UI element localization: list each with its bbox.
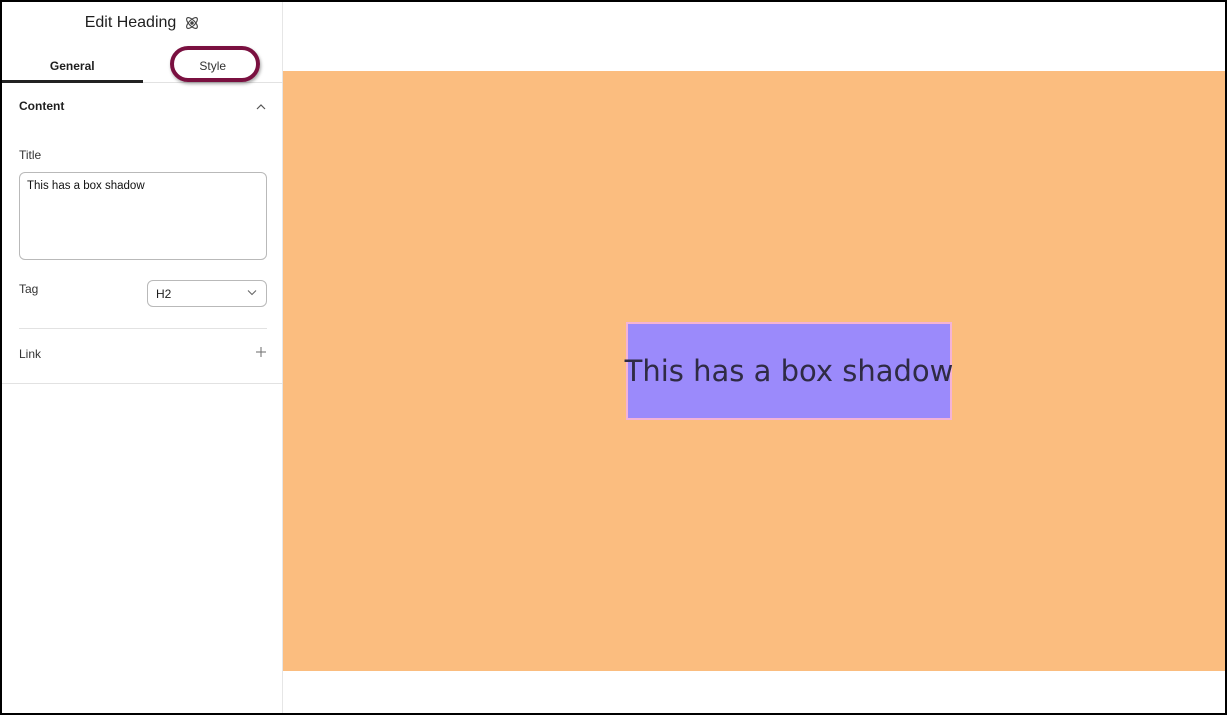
content-section: Content Title This has a box shadow Tag …: [2, 84, 283, 384]
chevron-down-icon: [246, 286, 258, 301]
editor-sidebar: Edit Heading General Style Content Title…: [2, 2, 283, 713]
tag-select[interactable]: H2: [147, 280, 267, 307]
title-textarea[interactable]: This has a box shadow: [19, 172, 267, 260]
panel-title: Edit Heading: [84, 14, 177, 31]
tab-general[interactable]: General: [2, 50, 143, 83]
preview-canvas: This has a box shadow: [283, 71, 1225, 671]
title-field-label: Title: [19, 148, 42, 162]
app-window: Edit Heading General Style Content Title…: [2, 2, 1225, 713]
link-field-label: Link: [19, 347, 42, 361]
panel-header: Edit Heading: [2, 2, 283, 44]
heading-element[interactable]: This has a box shadow: [624, 322, 954, 420]
content-section-title: Content: [19, 99, 65, 113]
tab-bar: General Style: [2, 50, 283, 83]
section-divider: [19, 328, 267, 329]
heading-text: This has a box shadow: [624, 354, 954, 388]
chevron-up-icon[interactable]: [255, 100, 267, 112]
atom-icon[interactable]: [184, 15, 200, 31]
content-section-header[interactable]: Content: [19, 98, 267, 114]
tab-style[interactable]: Style: [143, 50, 284, 82]
tab-style-label: Style: [199, 59, 227, 73]
tag-field-label: Tag: [19, 282, 39, 296]
tag-select-value: H2: [156, 286, 172, 301]
link-row[interactable]: Link: [19, 346, 267, 362]
plus-icon[interactable]: [255, 345, 267, 363]
tab-general-label: General: [49, 59, 95, 73]
